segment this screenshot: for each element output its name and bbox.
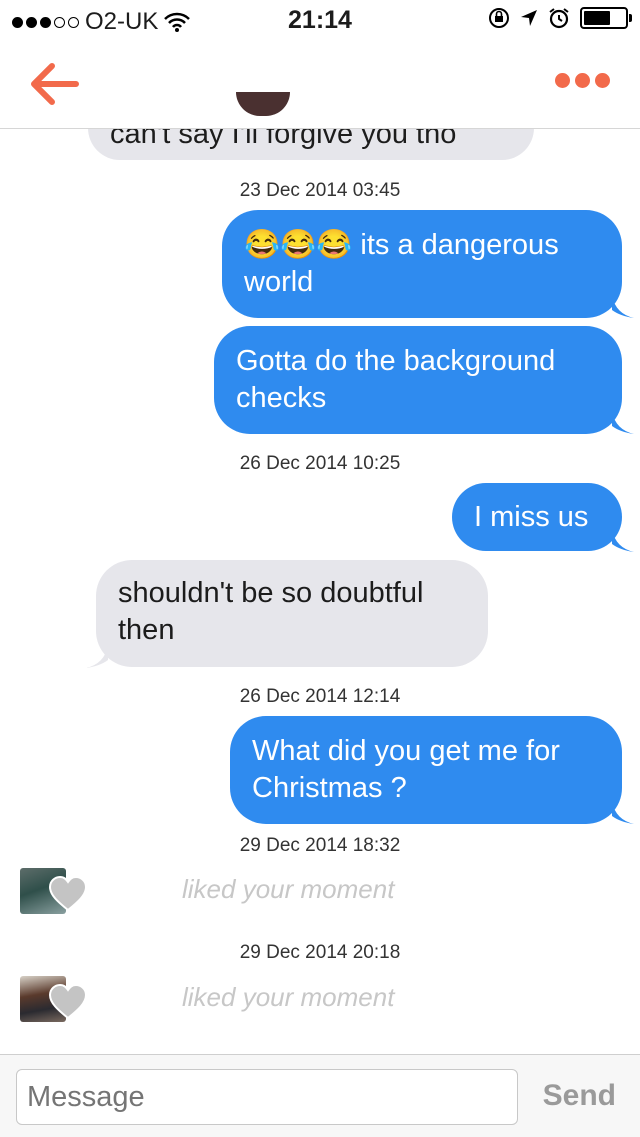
message-bubble-outgoing: I miss us — [452, 483, 622, 551]
heart-icon — [48, 876, 88, 912]
bubble-tail — [612, 530, 634, 552]
timestamp: 26 Dec 2014 12:14 — [239, 686, 401, 707]
more-options-icon[interactable] — [555, 73, 610, 88]
liked-moment-row: liked your moment — [20, 976, 640, 1026]
timestamp: 26 Dec 2014 10:25 — [239, 453, 401, 474]
message-thread[interactable]: can't say I'll forgive you tho 23 Dec 20… — [0, 0, 640, 1136]
liked-moment-text: liked your moment — [182, 874, 395, 904]
timestamp: 29 Dec 2014 18:32 — [239, 835, 401, 856]
navigation-bar — [0, 40, 640, 129]
bubble-tail — [612, 802, 634, 824]
liked-moment-row: liked your moment — [20, 868, 640, 918]
emoji-laughing: 😂😂😂 — [244, 229, 353, 261]
bubble-tail — [612, 296, 634, 318]
message-text: What did you get me for — [252, 735, 560, 767]
message-text: shouldn't be so doubtful — [118, 577, 424, 609]
bubble-tail — [612, 412, 634, 434]
timestamp: 23 Dec 2014 03:45 — [239, 180, 401, 201]
message-bubble-outgoing: 😂😂😂 its a dangerous world — [222, 210, 622, 318]
heart-icon — [48, 984, 88, 1020]
message-text: Gotta do the background — [236, 345, 556, 377]
message-text: checks — [236, 382, 327, 414]
timestamp: 29 Dec 2014 20:18 — [239, 942, 401, 963]
message-text: then — [118, 614, 175, 646]
liked-moment-text: liked your moment — [182, 982, 395, 1012]
back-arrow-icon[interactable] — [28, 62, 80, 106]
message-bubble-outgoing: What did you get me for Christmas ? — [230, 716, 622, 824]
message-text: I miss us — [474, 501, 589, 533]
message-bubble-incoming: shouldn't be so doubtful then — [96, 560, 488, 667]
message-text: its a dangerous — [360, 229, 559, 261]
message-text: Christmas ? — [252, 772, 407, 804]
send-button[interactable]: Send — [543, 1079, 616, 1113]
message-input[interactable] — [16, 1069, 518, 1125]
message-text: world — [244, 266, 314, 298]
message-bubble-outgoing: Gotta do the background checks — [214, 326, 622, 434]
bubble-tail — [86, 646, 108, 668]
message-composer: Send — [0, 1054, 640, 1137]
